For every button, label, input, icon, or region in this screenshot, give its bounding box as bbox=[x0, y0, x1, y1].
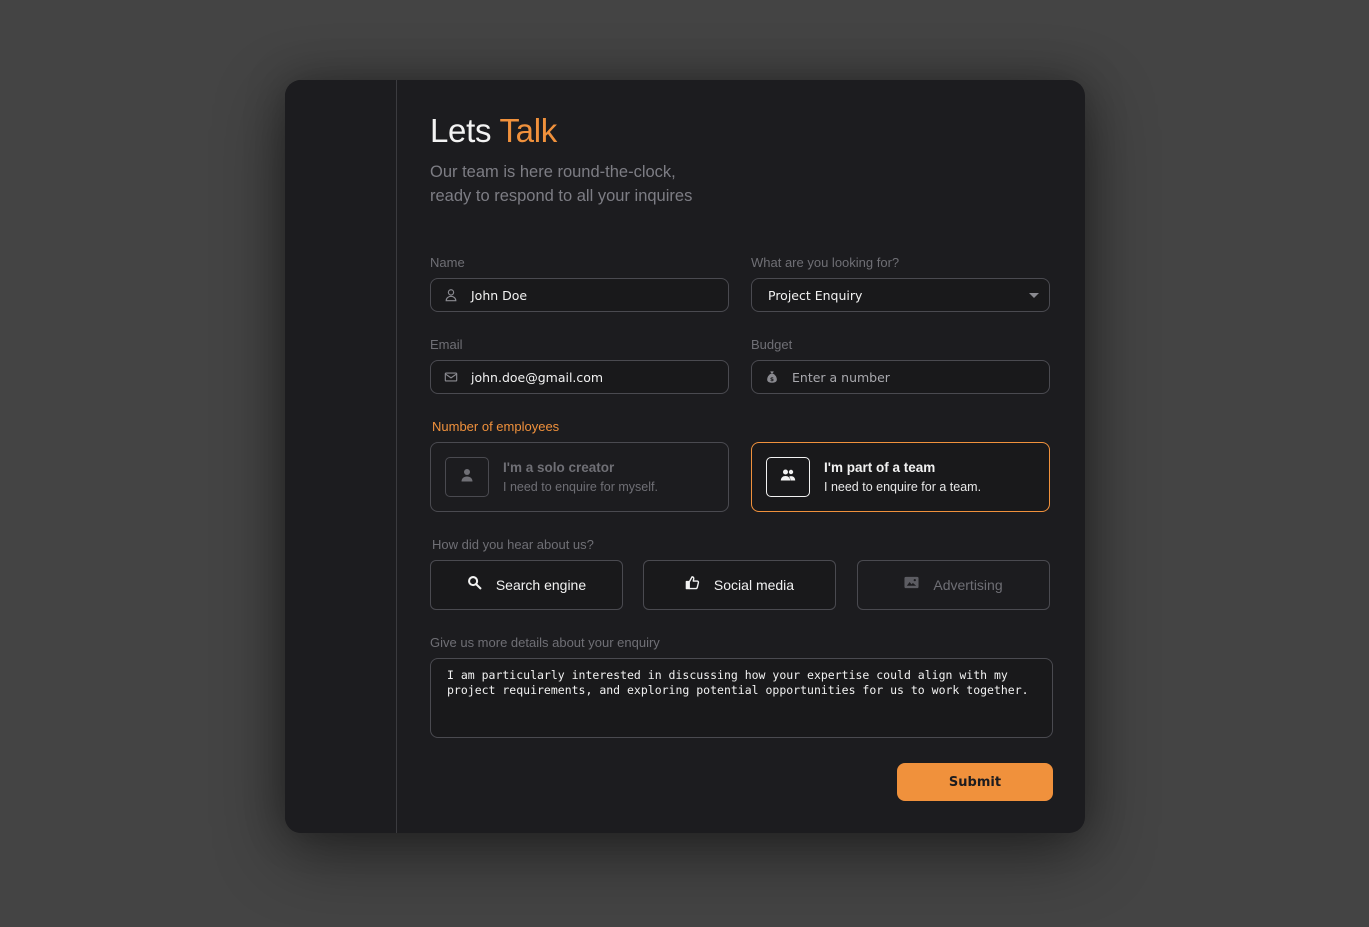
svg-text:$: $ bbox=[770, 377, 774, 383]
source-social-media-button[interactable]: Social media bbox=[643, 560, 836, 610]
subtitle-line-2: ready to respond to all your inquires bbox=[430, 187, 693, 205]
people-icon-box bbox=[766, 457, 810, 497]
source-search-engine-button[interactable]: Search engine bbox=[430, 560, 623, 610]
email-value: john.doe@gmail.com bbox=[471, 369, 604, 385]
email-label: Email bbox=[430, 337, 463, 352]
submit-button[interactable]: Submit bbox=[897, 763, 1053, 801]
search-engine-label: Search engine bbox=[495, 577, 587, 593]
page-title: Lets Talk bbox=[430, 112, 557, 150]
user-icon bbox=[431, 288, 471, 302]
budget-label: Budget bbox=[751, 337, 793, 352]
budget-placeholder: Enter a number bbox=[792, 369, 890, 385]
looking-for-select[interactable]: Project Enquiry bbox=[751, 278, 1050, 312]
employees-label: Number of employees bbox=[432, 419, 560, 434]
name-label: Name bbox=[430, 255, 465, 270]
page-subtitle: Our team is here round-the-clock, ready … bbox=[430, 160, 730, 208]
ad-icon bbox=[904, 575, 919, 595]
caret-down-icon bbox=[1029, 292, 1039, 298]
social-media-label: Social media bbox=[713, 577, 795, 593]
source-label: How did you hear about us? bbox=[432, 537, 594, 552]
team-desc: I need to enquire for a team. bbox=[824, 480, 982, 494]
contact-form: Lets Talk Our team is here round-the-clo… bbox=[430, 80, 1070, 833]
subtitle-line-1: Our team is here round-the-clock, bbox=[430, 163, 676, 181]
contact-card: Lets Talk Our team is here round-the-clo… bbox=[285, 80, 1085, 833]
money-bag-icon: $ bbox=[752, 370, 792, 384]
side-panel bbox=[285, 80, 397, 833]
team-title: I'm part of a team bbox=[824, 460, 936, 475]
advertising-label: Advertising bbox=[933, 577, 1003, 593]
looking-for-label: What are you looking for? bbox=[751, 255, 900, 270]
title-main: Lets bbox=[430, 112, 492, 149]
budget-field[interactable]: $ Enter a number bbox=[751, 360, 1050, 394]
title-accent: Talk bbox=[499, 112, 557, 149]
source-advertising-button[interactable]: Advertising bbox=[857, 560, 1050, 610]
email-field[interactable]: john.doe@gmail.com bbox=[430, 360, 729, 394]
details-textarea[interactable]: I am particularly interested in discussi… bbox=[430, 658, 1053, 738]
option-team[interactable]: I'm part of a team I need to enquire for… bbox=[751, 442, 1050, 512]
solo-desc: I need to enquire for myself. bbox=[503, 480, 658, 494]
name-field[interactable]: John Doe bbox=[430, 278, 729, 312]
mail-icon bbox=[431, 370, 471, 384]
person-icon bbox=[459, 467, 475, 488]
details-label: Give us more details about your enquiry bbox=[430, 635, 660, 650]
looking-for-value: Project Enquiry bbox=[768, 287, 863, 303]
name-value: John Doe bbox=[471, 287, 528, 303]
search-icon bbox=[467, 575, 482, 595]
thumbs-up-icon bbox=[685, 575, 700, 595]
option-solo-creator[interactable]: I'm a solo creator I need to enquire for… bbox=[430, 442, 729, 512]
solo-title: I'm a solo creator bbox=[503, 460, 615, 475]
people-icon bbox=[780, 467, 796, 488]
person-icon-box bbox=[445, 457, 489, 497]
